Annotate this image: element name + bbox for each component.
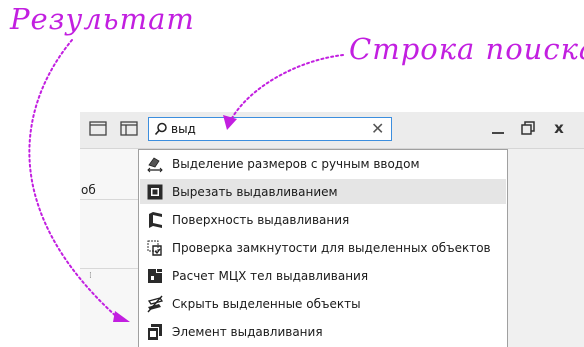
search-arrow-line: [231, 54, 344, 119]
search-icon: [154, 122, 167, 136]
search-results-dropdown: Выделение размеров с ручным вводом Вырез…: [138, 149, 508, 347]
hide-objects-icon: [147, 295, 164, 312]
restore-icon: [521, 121, 535, 135]
minimize-icon: [492, 132, 504, 134]
side-panel-text: об: [81, 183, 96, 197]
panel-grip-handle[interactable]: ⁞: [89, 272, 92, 281]
side-panel: [80, 149, 139, 347]
window-layout-icon: [89, 120, 107, 136]
side-panel-divider: [80, 268, 138, 269]
search-box[interactable]: ✕: [148, 117, 392, 141]
closure-check-icon: [147, 240, 162, 256]
result-item[interactable]: Скрыть выделенные объекты: [140, 291, 506, 316]
result-label: Скрыть выделенные объекты: [172, 296, 361, 311]
layout-split-button[interactable]: [119, 118, 139, 138]
extrude-element-icon: [148, 323, 162, 340]
clear-search-icon[interactable]: ✕: [371, 120, 384, 138]
result-label: Вырезать выдавливанием: [172, 184, 338, 199]
dimension-select-icon: [147, 156, 163, 172]
restore-button[interactable]: [518, 118, 538, 138]
mass-properties-icon: [148, 268, 162, 283]
result-label: Расчет МЦХ тел выдавливания: [172, 268, 369, 283]
result-label: Выделение размеров с ручным вводом: [172, 156, 420, 171]
search-input[interactable]: [171, 120, 351, 138]
result-item[interactable]: Поверхность выдавливания: [140, 207, 506, 232]
result-item[interactable]: Выделение размеров с ручным вводом: [140, 151, 506, 176]
result-label: Поверхность выдавливания: [172, 212, 350, 227]
window-split-icon: [120, 120, 138, 136]
result-item-selected[interactable]: Вырезать выдавливанием: [140, 179, 506, 204]
result-item[interactable]: Проверка замкнутости для выделенных объе…: [140, 235, 506, 260]
minimize-button[interactable]: [488, 118, 508, 138]
annotation-result-label: Результат: [10, 2, 195, 36]
side-panel-divider: [80, 199, 138, 200]
annotation-search-label: Строка поиска: [349, 32, 584, 66]
result-label: Элемент выдавливания: [172, 324, 323, 339]
result-label: Проверка замкнутости для выделенных объе…: [172, 240, 491, 255]
result-item[interactable]: Элемент выдавливания: [140, 319, 506, 344]
cut-extrude-icon: [147, 184, 163, 199]
extrude-surface-icon: [149, 211, 162, 228]
close-button-label: x: [554, 119, 564, 137]
close-button[interactable]: x: [549, 118, 569, 138]
layout-single-button[interactable]: [88, 118, 108, 138]
result-item[interactable]: Расчет МЦХ тел выдавливания: [140, 263, 506, 288]
